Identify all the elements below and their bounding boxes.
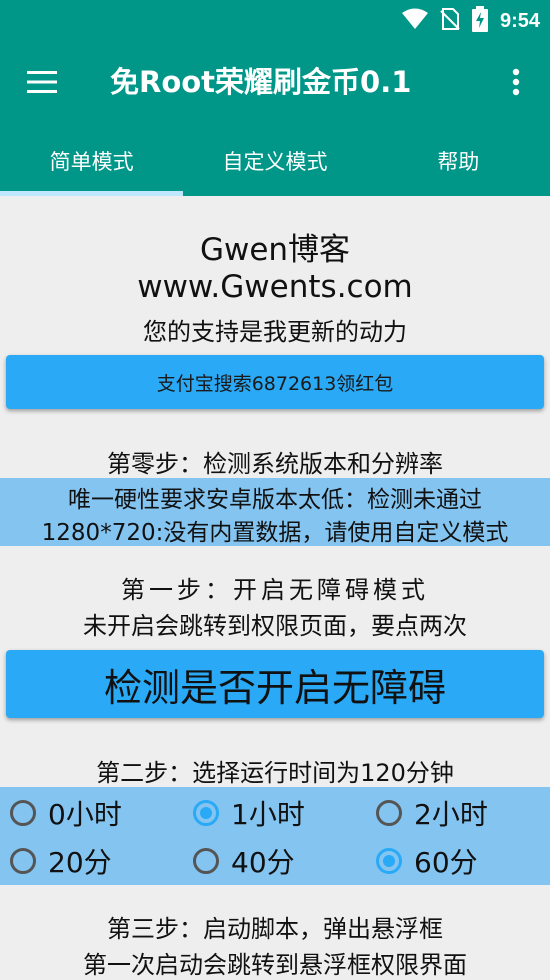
step3-title: 第三步：启动脚本，弹出悬浮框 [107,915,443,943]
donate-button[interactable]: 支付宝搜索6872613领红包 [6,355,544,409]
radio-unchecked-icon [376,800,402,826]
step2-title: 第二步：选择运行时间为120分钟 [96,759,454,787]
hamburger-menu-icon[interactable] [18,58,66,106]
status-bar: 9:54 [0,0,550,40]
toolbar: 免Root荣耀刷金币0.1 [0,40,550,124]
radio-40-minutes[interactable]: 40分 [193,838,295,884]
android-version-status: 唯一硬性要求安卓版本太低：检测未通过 [68,487,482,513]
radio-1-hour[interactable]: 1小时 [193,790,305,836]
wifi-icon [401,8,428,34]
step3-subtitle: 第一次启动会跳转到悬浮框权限界面 [83,951,467,979]
radio-checked-icon [193,800,219,826]
check-accessibility-button[interactable]: 检测是否开启无障碍 [6,650,544,718]
battery-charging-icon [471,6,488,36]
no-sim-icon [440,7,460,35]
tab-bar: 简单模式 自定义模式 帮助 [0,126,550,196]
radio-0-hours[interactable]: 0小时 [10,790,122,836]
radio-unchecked-icon [10,800,36,826]
tab-simple-mode[interactable]: 简单模式 [0,126,184,196]
detection-info-box: 唯一硬性要求安卓版本太低：检测未通过 1280*720:没有内置数据，请使用自定… [0,478,550,546]
radio-checked-icon [376,848,402,874]
radio-unchecked-icon [193,848,219,874]
blog-title: Gwen博客 [199,232,351,268]
tab-custom-mode[interactable]: 自定义模式 [183,126,366,196]
radio-60-minutes[interactable]: 60分 [376,838,478,884]
status-icons: 9:54 [401,6,540,36]
step0-title: 第零步：检测系统版本和分辨率 [107,450,443,478]
app-bar: 9:54 免Root荣耀刷金币0.1 简单模式 自定义模式 帮助 [0,0,550,196]
more-vertical-icon[interactable] [500,58,532,106]
step1-subtitle: 未开启会跳转到权限页面，要点两次 [83,612,467,640]
status-time: 9:54 [499,9,540,32]
step1-title: 第一步：开启无障碍模式 [121,576,429,604]
tab-help[interactable]: 帮助 [367,126,550,196]
blog-url: www.Gwents.com [137,269,413,305]
resolution-status: 1280*720:没有内置数据，请使用自定义模式 [41,520,509,546]
runtime-radio-group: 0小时 1小时 2小时 20分 40分 60分 [0,787,550,885]
radio-20-minutes[interactable]: 20分 [10,838,112,884]
radio-unchecked-icon [10,848,36,874]
main-content: Gwen博客 www.Gwents.com 您的支持是我更新的动力 支付宝搜索6… [0,196,550,979]
radio-2-hours[interactable]: 2小时 [376,790,488,836]
blog-subtitle: 您的支持是我更新的动力 [143,318,407,346]
app-title: 免Root荣耀刷金币0.1 [110,65,412,99]
